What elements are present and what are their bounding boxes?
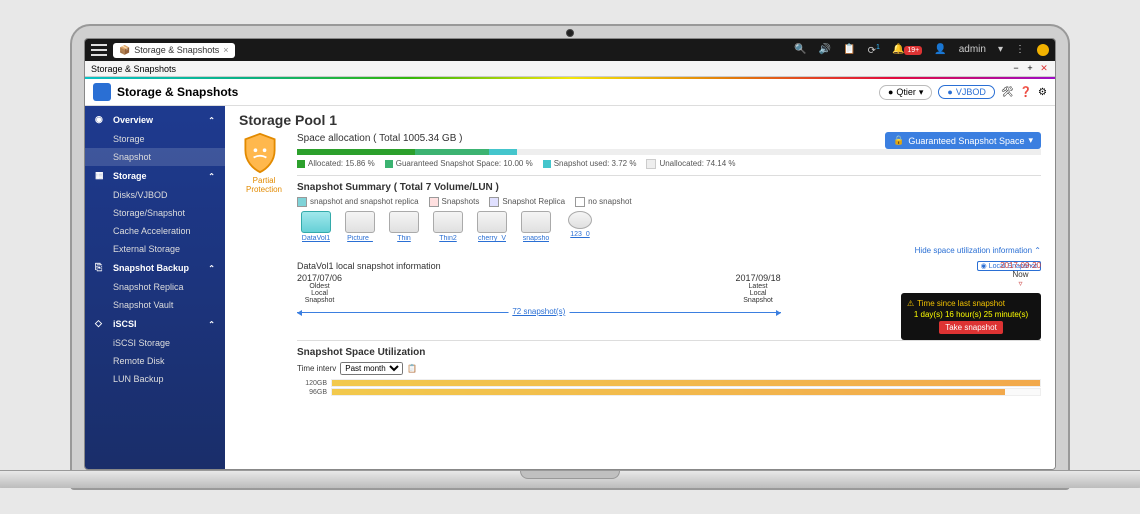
chevron-down-icon[interactable]: ▾ [998,44,1003,55]
tab-label: Storage & Snapshots [134,45,219,55]
sidebar-backup[interactable]: ⎘Snapshot Backup⌃ [85,258,225,278]
volume-item[interactable]: snapsho [517,211,555,242]
sidebar-storage[interactable]: ▦Storage⌃ [85,166,225,186]
user-name[interactable]: admin [959,44,986,55]
app-toolbar: Storage & Snapshots ● Qtier ▾ ● VJBOD 🛠 … [85,79,1055,106]
system-topbar: 📦 Storage & Snapshots × 🔍 🔊 📋 ⟳1 🔔19+ 👤 … [85,39,1055,61]
sidebar-item-snapshot[interactable]: Snapshot [85,148,225,166]
sidebar-item-storagesnap[interactable]: Storage/Snapshot [85,204,225,222]
notif-icon[interactable]: 🔔19+ [892,44,922,55]
task-icon[interactable]: 📋 [843,44,855,55]
volume-item[interactable]: DataVol1 [297,211,335,242]
sidebar: ◉Overview⌃ Storage Snapshot ▦Storage⌃ Di… [85,106,225,469]
tools-icon[interactable]: 🛠 [1001,87,1014,98]
qtier-button[interactable]: ● Qtier ▾ [879,85,932,100]
snapshot-count-link[interactable]: 72 snapshot(s) [508,307,569,316]
summary-title: Snapshot Summary ( Total 7 Volume/LUN ) [297,182,1041,193]
sidebar-item-storage[interactable]: Storage [85,130,225,148]
menu-icon[interactable] [91,43,107,57]
volume-item[interactable]: Thin [385,211,423,242]
sidebar-item-vault[interactable]: Snapshot Vault [85,296,225,314]
main-content: Storage Pool 1 Partial Protection Space … [225,106,1055,469]
take-snapshot-button[interactable]: Take snapshot [939,321,1003,334]
more-icon[interactable]: ⋮ [1015,44,1025,55]
volumes-list: DataVol1 Picture_ Thin Thin2 cherry_V sn… [297,211,1041,242]
sidebar-item-external[interactable]: External Storage [85,240,225,258]
time-interval-select[interactable]: Past month [340,362,403,375]
latest-snapshot: 2017/09/18 Latest Local Snapshot [736,273,781,304]
window-titlebar: Storage & Snapshots − + ✕ [85,61,1055,77]
sidebar-item-replica[interactable]: Snapshot Replica [85,278,225,296]
camera [566,29,574,37]
page-title: Storage Pool 1 [239,112,1041,128]
sidebar-item-disks[interactable]: Disks/VJBOD [85,186,225,204]
volume-item[interactable]: Picture_ [341,211,379,242]
sidebar-item-lunbackup[interactable]: LUN Backup [85,370,225,388]
settings-icon[interactable]: ⚙ [1038,87,1047,98]
sidebar-item-remotedisk[interactable]: Remote Disk [85,352,225,370]
app-tab[interactable]: 📦 Storage & Snapshots × [113,43,235,58]
hide-utilization-link[interactable]: Hide space utilization information ⌃ [297,246,1041,255]
close-icon[interactable]: ✕ [1039,63,1049,74]
app-icon [93,83,111,101]
clipboard-icon[interactable]: 📋 [407,364,417,373]
help-icon[interactable]: ❓ [1020,87,1032,98]
user-icon[interactable]: 👤 [934,44,946,55]
maximize-icon[interactable]: + [1025,63,1035,74]
vjbod-button[interactable]: ● VJBOD [938,85,994,99]
refresh-icon[interactable]: ⟳1 [868,44,880,56]
laptop-base [0,470,1140,488]
sidebar-iscsi[interactable]: ◇iSCSI⌃ [85,314,225,334]
snapshot-timeline: 72 snapshot(s) [297,312,781,313]
protection-status: Partial Protection [239,176,289,194]
app-title: Storage & Snapshots [117,85,238,99]
sidebar-item-iscsistorage[interactable]: iSCSI Storage [85,334,225,352]
minimize-icon[interactable]: − [1011,63,1021,74]
window-title: Storage & Snapshots [91,64,176,74]
volume-item[interactable]: 123_0 [561,211,599,242]
warning-icon: ⚠ [907,299,914,308]
alloc-title: Space allocation ( Total 1005.34 GB ) [297,133,462,144]
time-interval-label: Time interv [297,364,336,373]
filter-legend: snapshot and snapshot replica Snapshots … [297,197,1041,207]
guaranteed-space-button[interactable]: 🔒 Guaranteed Snapshot Space ▾ [885,132,1041,149]
last-snapshot-tooltip: ⚠Time since last snapshot 1 day(s) 16 ho… [901,293,1041,340]
alloc-legend: Allocated: 15.86 % Guaranteed Snapshot S… [297,159,1041,169]
volume-item[interactable]: cherry_V [473,211,511,242]
volume-icon[interactable]: 🔊 [819,44,831,55]
volume-item[interactable]: Thin2 [429,211,467,242]
sidebar-item-cache[interactable]: Cache Acceleration [85,222,225,240]
oldest-snapshot: 2017/07/06 Oldest Local Snapshot [297,273,342,304]
now-column: 2017-09-20 Now ▿ [1000,261,1041,288]
sidebar-overview[interactable]: ◉Overview⌃ [85,110,225,130]
tab-icon: 📦 [119,45,130,56]
shield-icon [239,132,281,174]
utilization-title: Snapshot Space Utilization [297,347,1041,358]
tab-close[interactable]: × [223,45,228,55]
search-icon[interactable]: 🔍 [794,44,806,55]
status-dot[interactable] [1037,44,1049,56]
info-title: DataVol1 local snapshot information [297,261,441,271]
allocation-bar [297,149,1041,155]
utilization-chart: 120GB 96GB [297,379,1041,396]
